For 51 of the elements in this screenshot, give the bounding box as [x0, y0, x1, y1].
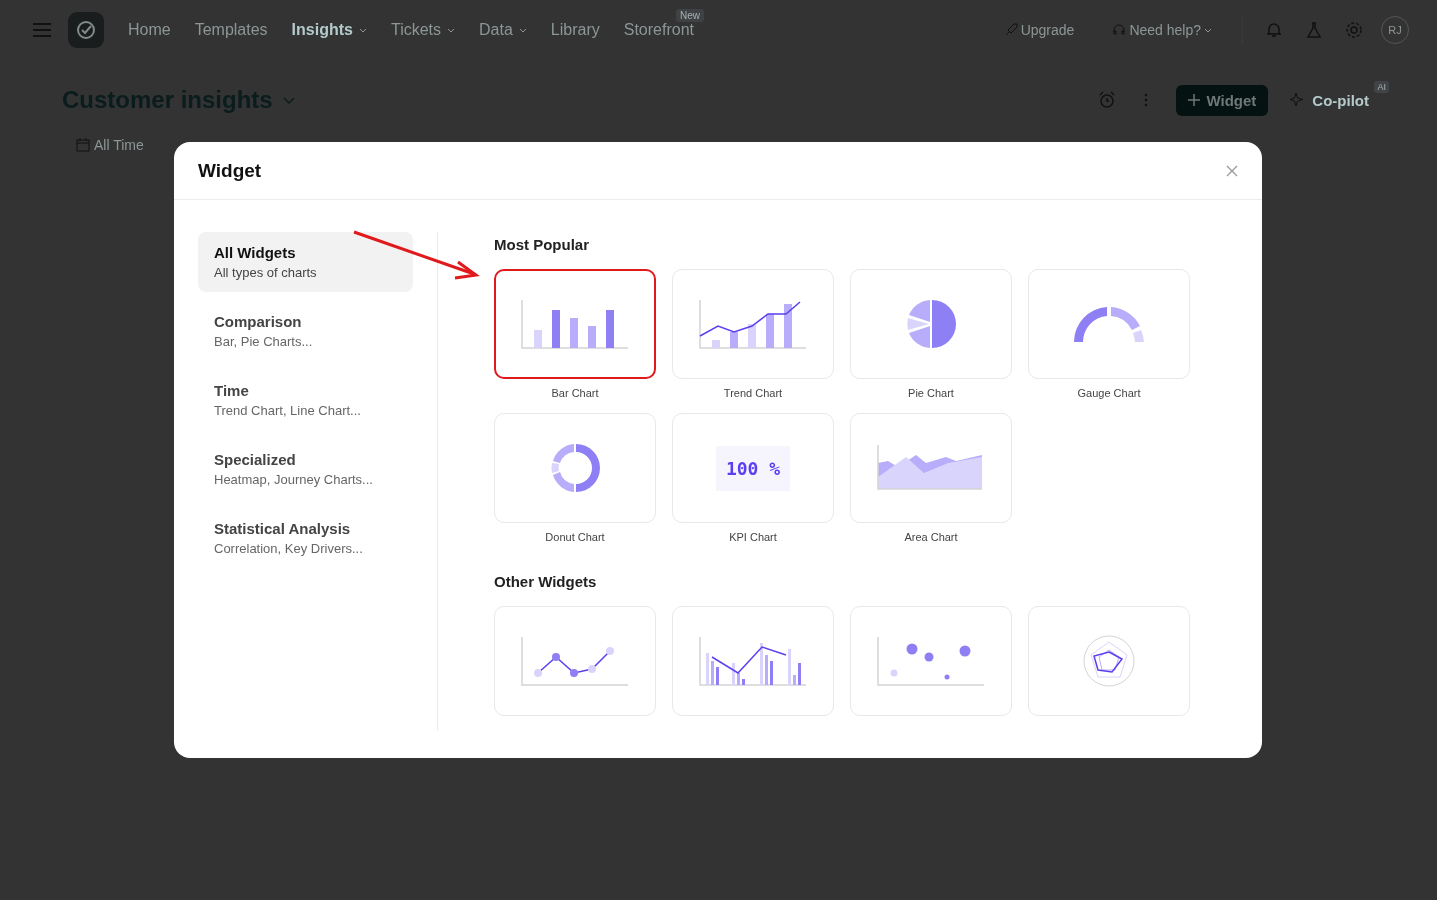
chevron-icon [447, 27, 456, 33]
widget-label: Gauge Chart [1077, 387, 1141, 399]
copilot-button[interactable]: Co-pilot [1284, 90, 1375, 110]
headset-icon [1112, 23, 1127, 37]
nav-item[interactable]: Library [540, 15, 610, 45]
pie-chart-icon [906, 299, 956, 349]
nav-item[interactable]: Data [469, 15, 537, 45]
category-item[interactable]: Time Trend Chart, Line Chart... [198, 370, 413, 430]
chevron-icon [518, 27, 527, 33]
menu-icon[interactable] [32, 22, 52, 38]
gauge-chart-icon [1072, 304, 1146, 344]
more-icon[interactable] [1144, 93, 1149, 107]
category-item[interactable]: Comparison Bar, Pie Charts... [198, 301, 413, 361]
close-icon[interactable] [1226, 164, 1238, 177]
widget-label: Pie Chart [908, 387, 954, 399]
chevron-icon [282, 96, 295, 104]
nav-item[interactable]: Templates [184, 15, 278, 45]
widget-label: Bar Chart [551, 387, 599, 399]
widget-label: Area Chart [904, 531, 958, 543]
widget-card[interactable]: 100 % [672, 413, 834, 523]
new-badge: New [676, 9, 704, 22]
flask-icon[interactable] [1305, 21, 1323, 39]
plus-icon [1188, 94, 1201, 106]
nav-item[interactable]: Tickets [380, 15, 466, 45]
upgrade-link[interactable]: Upgrade [997, 21, 1081, 39]
widget-label: Trend Chart [723, 387, 783, 399]
radar-chart-icon [1082, 634, 1136, 688]
chevron-icon [1204, 27, 1212, 33]
widget-label: KPI Chart [729, 531, 777, 543]
widget-label: Donut Chart [545, 531, 605, 543]
help-menu[interactable]: Need help? [1106, 21, 1218, 39]
section-heading: Most Popular [494, 236, 590, 253]
dialog-title: Widget [198, 159, 263, 182]
ai-badge: AI [1374, 80, 1389, 93]
widget-card[interactable] [494, 269, 656, 379]
nav-item[interactable]: Insights [281, 15, 377, 45]
settings-icon[interactable] [1345, 21, 1363, 39]
section-heading: Other Widgets [494, 573, 598, 590]
category-item[interactable]: Statistical Analysis Correlation, Key Drivers... [198, 508, 413, 568]
category-item[interactable]: All Widgets All types of charts [198, 232, 413, 292]
donut-chart-icon [550, 443, 600, 493]
nav-item[interactable]: Home [118, 15, 181, 45]
add-widget-button[interactable]: Widget [1176, 84, 1269, 116]
chevron-icon [358, 27, 367, 33]
kpi-value: 100 % [715, 445, 791, 491]
category-item[interactable]: Specialized Heatmap, Journey Charts... [198, 439, 413, 499]
logo-icon[interactable] [68, 12, 104, 48]
calendar-icon [76, 138, 90, 152]
bell-icon[interactable] [1265, 21, 1283, 39]
alarm-clock-icon[interactable] [1098, 91, 1117, 109]
time-filter[interactable]: All Time [70, 136, 150, 154]
